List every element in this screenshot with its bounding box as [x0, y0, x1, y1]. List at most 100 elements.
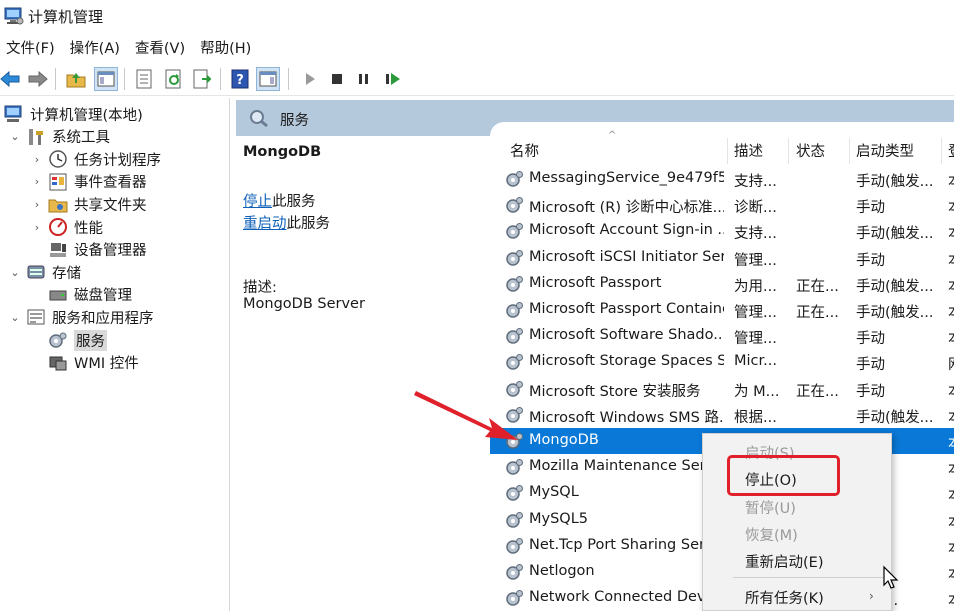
- service-row[interactable]: Microsoft Passport 为用... 正在... 手动(触发... 本: [490, 271, 954, 297]
- service-row[interactable]: Microsoft Account Sign-in ... 支持... 手动(触发.…: [490, 218, 954, 244]
- up-folder-icon[interactable]: [64, 67, 88, 91]
- restart-service-icon[interactable]: [381, 67, 405, 91]
- service-gear-icon: [504, 483, 524, 503]
- services-apps-icon: [26, 307, 46, 327]
- tree-item-wmi[interactable]: WMI 控件: [30, 352, 139, 374]
- tree-item-shared-folder[interactable]: › 共享文件夹: [30, 193, 147, 215]
- service-logon-cell: 本: [948, 511, 954, 532]
- service-startup-type-cell: 手动(触发...: [856, 226, 934, 243]
- service-gear-icon: [504, 326, 524, 346]
- service-logon-cell: 本: [948, 275, 954, 296]
- column-header-name[interactable]: 名称: [510, 140, 539, 162]
- service-description-cell: 根据...: [734, 409, 777, 426]
- sort-caret-icon: ^: [608, 130, 617, 141]
- show-hide-action-pane-icon[interactable]: [256, 67, 280, 91]
- chevron-right-icon[interactable]: ›: [30, 197, 44, 211]
- column-header-startup-type[interactable]: 启动类型: [856, 140, 914, 162]
- column-header-description[interactable]: 描述: [734, 140, 763, 162]
- service-name: MongoDB: [243, 144, 322, 160]
- refresh-icon[interactable]: [162, 67, 186, 91]
- service-row[interactable]: Microsoft Storage Spaces S... Micr... 手动 网: [490, 349, 954, 375]
- pause-service-icon[interactable]: [352, 67, 376, 91]
- tree-item-services-gear[interactable]: 服务: [30, 329, 107, 351]
- service-gear-icon: [504, 300, 524, 320]
- restart-service-link[interactable]: 重启动: [243, 216, 287, 232]
- back-arrow-icon[interactable]: [0, 67, 22, 91]
- chevron-down-icon[interactable]: ⌄: [8, 310, 22, 324]
- wmi-icon: [48, 353, 68, 373]
- tree-item-label: 性能: [74, 220, 103, 237]
- context-menu-item-2: 暂停(U): [745, 501, 796, 517]
- service-row[interactable]: Microsoft (R) 诊断中心标准... 诊断... 手动 本: [490, 192, 954, 218]
- forward-arrow-icon[interactable]: [26, 67, 50, 91]
- service-logon-cell: 本: [948, 301, 954, 322]
- tree-item-services-apps[interactable]: ⌄ 服务和应用程序: [8, 306, 154, 328]
- tree-item-clock[interactable]: › 任务计划程序: [30, 148, 161, 170]
- service-logon-cell: 本: [948, 563, 954, 584]
- services-title: 服务: [280, 113, 309, 129]
- tree-item-disk[interactable]: 磁盘管理: [30, 284, 132, 306]
- show-hide-console-tree-icon[interactable]: [94, 67, 118, 91]
- service-gear-icon: [504, 536, 524, 556]
- service-row[interactable]: Microsoft Passport Container 管理... 正在... 手动…: [490, 297, 954, 323]
- service-row[interactable]: MessagingService_9e479f58 支持... 手动(触发... 本: [490, 166, 954, 192]
- properties-icon[interactable]: [132, 67, 156, 91]
- chevron-right-icon[interactable]: ›: [30, 175, 44, 189]
- service-name-cell: Net.Tcp Port Sharing Serv: [529, 536, 714, 553]
- help-icon[interactable]: ?: [228, 67, 252, 91]
- menu-view[interactable]: 查看(V): [129, 36, 194, 62]
- tree-item-device-manager[interactable]: 设备管理器: [30, 239, 147, 261]
- tree-item-label: 磁盘管理: [74, 288, 132, 305]
- service-gear-icon: [504, 588, 524, 608]
- start-service-icon[interactable]: [298, 67, 322, 91]
- column-header-logon[interactable]: 登: [948, 140, 954, 162]
- tree-item-performance[interactable]: › 性能: [30, 216, 103, 238]
- tree-item-label: 存储: [52, 265, 81, 282]
- tree-item-label: 任务计划程序: [74, 152, 161, 169]
- services-gear-icon: [48, 330, 68, 350]
- context-menu-item-4[interactable]: 重新启动(E): [745, 551, 823, 572]
- computer-management-icon: [4, 104, 24, 124]
- tree-item-label: 计算机管理(本地): [30, 107, 143, 124]
- service-status-cell: 正在...: [796, 305, 839, 321]
- title-bar: 计算机管理: [0, 0, 954, 34]
- export-list-icon[interactable]: [190, 67, 214, 91]
- column-header-status[interactable]: 状态: [796, 140, 825, 162]
- service-gear-icon: [504, 169, 524, 189]
- chevron-down-icon[interactable]: ⌄: [8, 130, 22, 144]
- context-menu-item-5[interactable]: 所有任务(K): [745, 587, 824, 608]
- chevron-right-icon[interactable]: ›: [30, 152, 44, 166]
- service-description: MongoDB Server: [243, 296, 365, 312]
- storage-icon: [26, 262, 46, 282]
- service-detail-panel: MongoDB 停止此服务 重启动此服务 描述: MongoDB Server: [236, 136, 494, 611]
- service-row[interactable]: Microsoft Windows SMS 路... 根据... 手动(触发... 本: [490, 402, 954, 428]
- tree-item-label: 系统工具: [52, 130, 110, 147]
- service-gear-icon: [504, 431, 524, 451]
- service-name-cell: Microsoft Passport: [529, 274, 662, 291]
- context-menu-separator: [733, 577, 883, 578]
- service-logon-cell: 本: [948, 432, 954, 453]
- menu-action[interactable]: 操作(A): [64, 36, 129, 62]
- service-logon-cell: 本: [948, 222, 954, 243]
- service-name-cell: Network Connected Devi: [529, 589, 710, 606]
- tree-item-tools[interactable]: ⌄ 系统工具: [8, 126, 110, 148]
- menu-file[interactable]: 文件(F): [0, 36, 64, 62]
- service-startup-type-cell: 手动: [856, 200, 885, 217]
- service-row[interactable]: Microsoft iSCSI Initiator Ser... 管理... 手动 本: [490, 245, 954, 271]
- service-name-cell: MySQL: [529, 484, 579, 501]
- stop-service-link[interactable]: 停止: [243, 194, 272, 210]
- service-row[interactable]: Microsoft Software Shado... 管理... 手动 本: [490, 323, 954, 349]
- annotation-highlight-box: [727, 455, 840, 496]
- chevron-down-icon[interactable]: ⌄: [8, 265, 22, 279]
- context-menu-item-3: 恢复(M): [745, 528, 798, 544]
- service-description-cell: Micr...: [734, 353, 777, 370]
- service-startup-type-cell: 手动: [856, 252, 885, 269]
- service-row[interactable]: Microsoft Store 安装服务 为 M... 正在... 手动 本: [490, 376, 954, 402]
- stop-service-icon[interactable]: [325, 67, 349, 91]
- chevron-right-icon[interactable]: ›: [30, 220, 44, 234]
- tree-item-storage[interactable]: ⌄ 存储: [8, 261, 81, 283]
- tree-item-event-viewer[interactable]: › 事件查看器: [30, 171, 147, 193]
- tree-item-computer-management[interactable]: 计算机管理(本地): [4, 103, 143, 125]
- menu-help[interactable]: 帮助(H): [194, 36, 260, 62]
